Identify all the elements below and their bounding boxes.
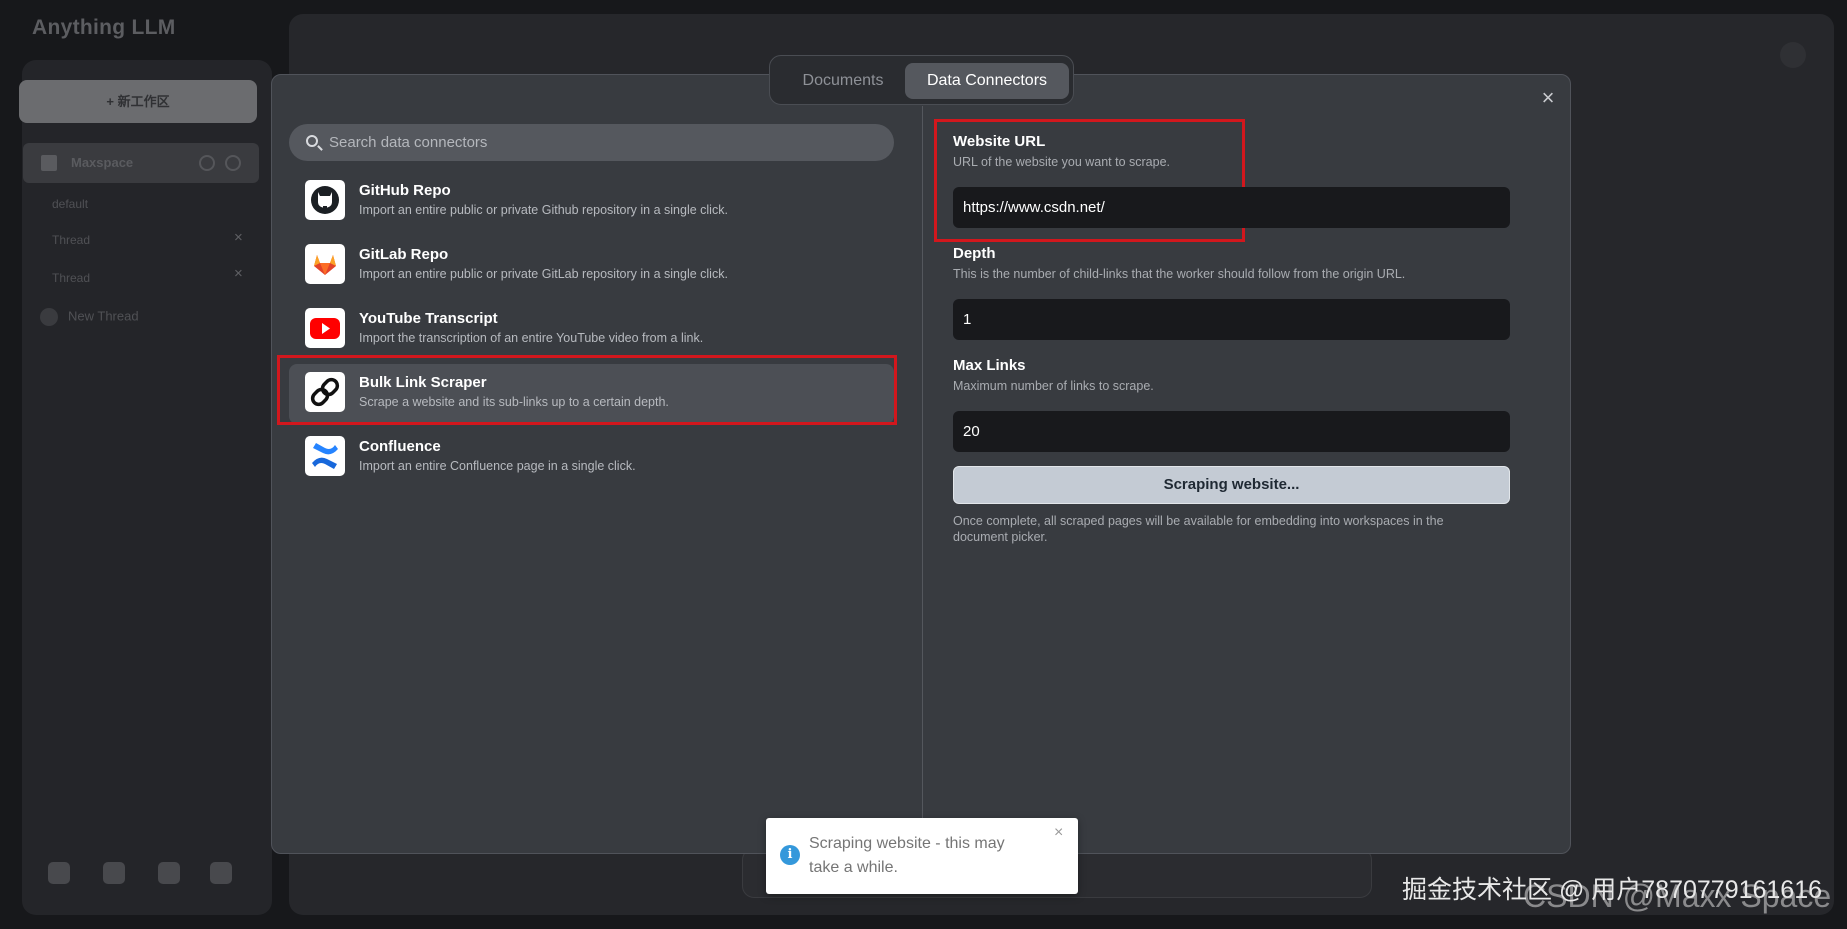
- grid-icon: [41, 155, 57, 171]
- plus-icon: [40, 308, 58, 326]
- website-url-help: URL of the website you want to scrape.: [953, 155, 1171, 169]
- close-icon[interactable]: ×: [1538, 87, 1558, 109]
- thread-item[interactable]: default: [52, 197, 88, 211]
- github-icon[interactable]: [48, 862, 70, 884]
- depth-label: Depth: [953, 245, 996, 262]
- wrench-icon[interactable]: [210, 862, 232, 884]
- thread-item[interactable]: Thread: [52, 271, 90, 285]
- connector-description: Import the transcription of an entire Yo…: [359, 331, 704, 345]
- workspace-item[interactable]: Maxspace: [23, 143, 259, 183]
- new-workspace-button[interactable]: + 新工作区: [19, 80, 257, 123]
- youtube-icon: [305, 308, 345, 348]
- tab-documents[interactable]: Documents: [778, 63, 908, 99]
- toast-message: Scraping website - this may take a while…: [809, 835, 1005, 876]
- delete-thread-icon[interactable]: ×: [234, 265, 243, 282]
- app-logo: Anything LLM: [32, 16, 176, 39]
- upload-icon[interactable]: [199, 155, 215, 171]
- search-input[interactable]: Search data connectors: [329, 134, 487, 151]
- connector-title: GitHub Repo: [359, 182, 451, 199]
- sidebar: Anything LLM: [18, 0, 272, 915]
- book-icon[interactable]: [103, 862, 125, 884]
- bell-icon[interactable]: [1780, 42, 1806, 68]
- connector-search[interactable]: Search data connectors: [289, 124, 894, 161]
- connector-github[interactable]: GitHub Repo Import an entire public or p…: [289, 172, 894, 232]
- new-thread-button[interactable]: New Thread: [40, 308, 139, 326]
- thread-item[interactable]: Thread: [52, 233, 90, 247]
- website-url-input[interactable]: https://www.csdn.net/: [953, 187, 1510, 228]
- connector-title: YouTube Transcript: [359, 310, 498, 327]
- gitlab-icon: [305, 244, 345, 284]
- connector-title: Confluence: [359, 438, 441, 455]
- max-links-label: Max Links: [953, 357, 1026, 374]
- confluence-icon: [305, 436, 345, 476]
- connector-confluence[interactable]: Confluence Import an entire Confluence p…: [289, 428, 894, 488]
- depth-help: This is the number of child-links that t…: [953, 267, 1406, 281]
- connector-description: Import an entire public or private Githu…: [359, 203, 728, 217]
- connector-description: Import an entire Confluence page in a si…: [359, 459, 636, 473]
- depth-input[interactable]: 1: [953, 299, 1510, 340]
- tab-data-connectors[interactable]: Data Connectors: [905, 63, 1069, 99]
- delete-thread-icon[interactable]: ×: [234, 229, 243, 246]
- modal-tabs: Documents Data Connectors: [769, 55, 1074, 105]
- workspace-name: Maxspace: [71, 155, 134, 170]
- close-icon[interactable]: ×: [1054, 824, 1063, 842]
- submit-scrape-button[interactable]: Scraping website...: [953, 466, 1510, 504]
- annotation-highlight-connector: [277, 355, 897, 425]
- max-links-help: Maximum number of links to scrape.: [953, 379, 1154, 393]
- watermark-juejin: 掘金技术社区 @ 用户7870779161616: [1402, 876, 1823, 904]
- sidebar-panel: [22, 60, 272, 915]
- panel-divider: [922, 106, 923, 852]
- connector-description: Import an entire public or private GitLa…: [359, 267, 728, 281]
- info-icon: i: [780, 845, 800, 865]
- connector-title: GitLab Repo: [359, 246, 449, 263]
- scrape-note: Once complete, all scraped pages will be…: [953, 514, 1444, 544]
- search-icon: [306, 135, 318, 147]
- connector-gitlab[interactable]: GitLab Repo Import an entire public or p…: [289, 236, 894, 296]
- github-icon: [305, 180, 345, 220]
- website-url-label: Website URL: [953, 133, 1046, 150]
- max-links-input[interactable]: 20: [953, 411, 1510, 452]
- toast-notification: i Scraping website - this may take a whi…: [766, 818, 1078, 894]
- discord-icon[interactable]: [158, 862, 180, 884]
- connector-youtube[interactable]: YouTube Transcript Import the transcript…: [289, 300, 894, 360]
- gear-icon[interactable]: [225, 155, 241, 171]
